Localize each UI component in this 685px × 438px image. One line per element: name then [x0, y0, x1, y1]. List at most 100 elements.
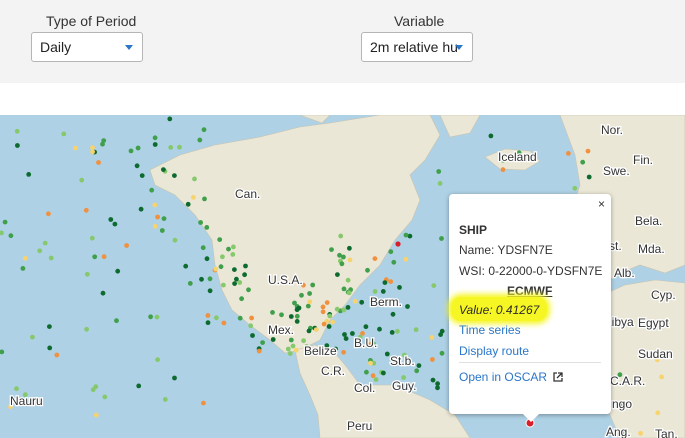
station-marker[interactable] — [23, 255, 28, 261]
station-marker[interactable] — [388, 279, 394, 284]
station-marker[interactable] — [395, 328, 400, 334]
station-marker[interactable] — [90, 387, 96, 393]
station-marker[interactable] — [347, 245, 352, 251]
station-marker[interactable] — [293, 347, 299, 353]
station-marker[interactable] — [382, 280, 388, 285]
station-marker[interactable] — [15, 143, 20, 148]
station-marker[interactable] — [335, 272, 340, 277]
station-marker[interactable] — [47, 345, 53, 351]
station-marker[interactable] — [177, 144, 182, 150]
station-marker[interactable] — [327, 313, 333, 319]
station-marker[interactable] — [61, 131, 67, 137]
station-marker[interactable] — [183, 263, 189, 269]
station-marker[interactable] — [307, 291, 312, 296]
station-marker[interactable] — [73, 145, 78, 151]
station-marker[interactable] — [54, 352, 60, 358]
station-marker[interactable] — [585, 148, 591, 154]
station-marker[interactable] — [391, 259, 397, 265]
station-marker[interactable] — [136, 383, 142, 389]
station-marker[interactable] — [345, 277, 351, 283]
station-marker[interactable] — [46, 211, 51, 217]
station-marker[interactable] — [192, 176, 197, 182]
station-marker[interactable] — [388, 249, 394, 255]
station-marker[interactable] — [161, 167, 166, 172]
station-marker[interactable] — [397, 285, 402, 290]
station-marker[interactable] — [341, 349, 346, 355]
station-marker[interactable] — [100, 290, 106, 296]
station-marker[interactable] — [198, 220, 204, 225]
station-marker[interactable] — [437, 181, 443, 186]
station-marker[interactable] — [343, 336, 349, 341]
station-marker[interactable] — [204, 256, 210, 262]
station-marker[interactable] — [191, 195, 196, 200]
station-marker[interactable] — [435, 381, 440, 387]
station-marker[interactable] — [287, 351, 293, 356]
station-marker[interactable] — [381, 370, 386, 376]
station-marker[interactable] — [185, 201, 191, 207]
station-marker[interactable] — [290, 343, 296, 349]
station-marker[interactable] — [138, 206, 144, 212]
station-marker[interactable] — [430, 377, 436, 383]
station-marker[interactable] — [372, 256, 378, 261]
station-marker[interactable] — [370, 373, 376, 379]
station-marker[interactable] — [256, 348, 262, 354]
station-marker[interactable] — [413, 327, 419, 333]
station-marker[interactable] — [439, 350, 445, 356]
station-marker[interactable] — [288, 314, 294, 319]
station-marker[interactable] — [242, 272, 248, 278]
station-marker[interactable] — [339, 261, 345, 267]
station-marker[interactable] — [232, 267, 237, 272]
station-marker[interactable] — [248, 323, 254, 329]
display-route-link[interactable]: Display route — [459, 344, 529, 358]
station-marker[interactable] — [500, 167, 506, 173]
station-marker[interactable] — [431, 283, 437, 288]
open-oscar-link[interactable]: Open in OSCAR — [459, 370, 564, 384]
station-marker[interactable] — [37, 248, 43, 254]
station-marker[interactable] — [659, 374, 664, 380]
station-marker[interactable] — [389, 330, 395, 335]
station-marker[interactable] — [84, 271, 90, 277]
station-marker[interactable] — [310, 282, 316, 288]
station-marker[interactable] — [167, 116, 173, 122]
station-marker[interactable] — [232, 281, 238, 286]
station-marker[interactable] — [42, 240, 48, 246]
station-marker[interactable] — [436, 169, 442, 174]
station-marker[interactable] — [320, 304, 326, 310]
station-marker[interactable] — [221, 320, 227, 326]
station-marker[interactable] — [566, 151, 571, 156]
station-marker[interactable] — [439, 328, 445, 334]
station-marker[interactable] — [230, 252, 236, 257]
station-marker[interactable] — [100, 141, 105, 147]
station-marker[interactable] — [250, 333, 255, 338]
station-marker[interactable] — [155, 357, 161, 363]
station-marker[interactable] — [135, 145, 141, 151]
station-marker[interactable] — [205, 320, 211, 326]
station-marker[interactable] — [172, 173, 177, 178]
station-marker[interactable] — [572, 185, 578, 191]
station-marker[interactable] — [159, 228, 165, 233]
station-marker[interactable] — [395, 241, 401, 247]
variable-select[interactable]: 2m relative hu — [361, 32, 473, 62]
station-marker[interactable] — [414, 368, 420, 374]
station-marker[interactable] — [346, 290, 352, 296]
station-marker[interactable] — [231, 244, 236, 250]
station-marker[interactable] — [307, 299, 313, 305]
station-marker[interactable] — [161, 216, 167, 221]
station-marker[interactable] — [342, 332, 347, 337]
station-marker[interactable] — [330, 319, 335, 325]
station-marker[interactable] — [152, 142, 158, 147]
station-marker[interactable] — [586, 174, 592, 180]
station-marker[interactable] — [313, 327, 319, 332]
station-marker[interactable] — [380, 289, 386, 294]
station-marker[interactable] — [334, 306, 340, 312]
station-marker[interactable] — [377, 326, 382, 332]
station-marker[interactable] — [405, 304, 410, 309]
station-marker[interactable] — [204, 225, 210, 230]
station-marker[interactable] — [296, 305, 302, 311]
station-marker[interactable] — [220, 254, 225, 260]
station-marker[interactable] — [149, 187, 155, 193]
station-marker[interactable] — [83, 207, 89, 213]
station-marker[interactable] — [243, 263, 248, 269]
station-marker[interactable] — [20, 266, 26, 271]
station-marker[interactable] — [359, 299, 365, 305]
